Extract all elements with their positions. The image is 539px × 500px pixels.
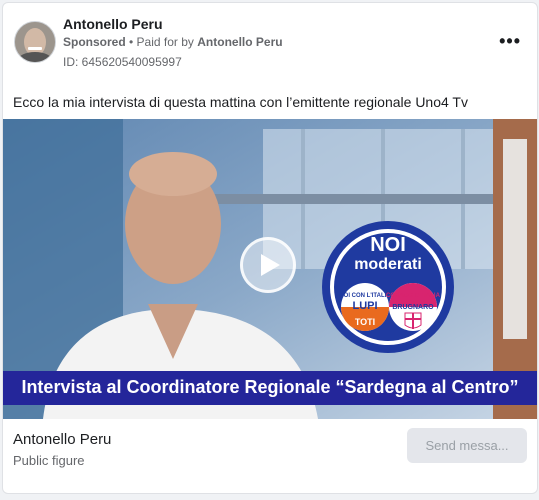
post-caption: Ecco la mia intervista di questa mattina… bbox=[13, 94, 468, 110]
logo-toti: TOTI bbox=[355, 317, 375, 327]
video-thumbnail[interactable]: NOI moderati NOI CON L'ITALIA LUPI TOTI … bbox=[3, 119, 537, 419]
ad-card: Antonello Peru Sponsored • Paid for by A… bbox=[2, 2, 538, 494]
ad-footer: Antonello Peru Public figure Send messa.… bbox=[3, 419, 537, 493]
logo-moderati: moderati bbox=[354, 256, 422, 273]
ad-header: Antonello Peru Sponsored • Paid for by A… bbox=[3, 3, 537, 83]
logo-noi: NOI bbox=[370, 234, 406, 256]
footer-page-name[interactable]: Antonello Peru bbox=[13, 431, 111, 448]
ellipsis-icon[interactable]: ••• bbox=[499, 31, 521, 52]
advertiser-name[interactable]: Antonello Peru bbox=[63, 16, 163, 32]
logo-lupi: LUPI bbox=[352, 300, 377, 312]
paid-by-name: Antonello Peru bbox=[197, 35, 283, 49]
separator: • bbox=[125, 35, 137, 49]
send-message-button[interactable]: Send messa... bbox=[407, 428, 527, 463]
video-banner-text: Intervista al Coordinatore Regionale “Sa… bbox=[21, 377, 519, 397]
logo-left-top: NOI CON L'ITALIA bbox=[339, 293, 391, 299]
paid-prefix: Paid for by bbox=[136, 35, 198, 49]
sponsored-label: Sponsored bbox=[63, 35, 126, 49]
sponsored-line: Sponsored • Paid for by Antonello Peru bbox=[63, 35, 283, 49]
avatar[interactable] bbox=[14, 21, 56, 63]
footer-page-category: Public figure bbox=[13, 453, 85, 468]
ad-id: ID: 645620540095997 bbox=[63, 55, 182, 69]
play-icon[interactable] bbox=[240, 237, 296, 293]
logo-right-top: CORAGGIO ITALIA bbox=[386, 293, 441, 299]
logo-brugnaro: BRUGNARO bbox=[392, 304, 434, 311]
